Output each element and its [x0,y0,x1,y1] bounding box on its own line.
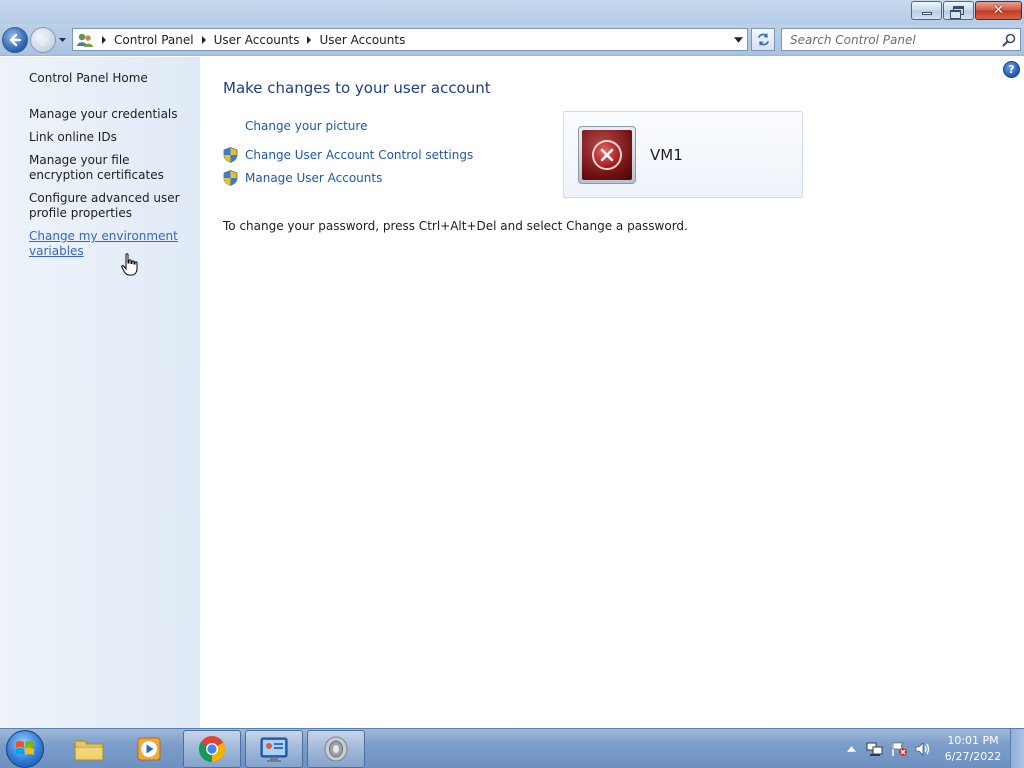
uac-settings-link[interactable]: Change User Account Control settings [245,148,473,162]
volume-tray-button[interactable] [912,741,934,757]
minimize-button[interactable] [911,1,942,20]
user-account-tile: VM1 [563,111,803,198]
breadcrumb-control-panel[interactable]: Control Panel [114,33,194,47]
taskbar-file-explorer[interactable] [60,730,118,768]
search-box[interactable] [781,28,1021,51]
folder-icon [74,740,104,761]
recent-pages-dropdown[interactable] [58,35,67,45]
address-bar[interactable]: Control Panel User Accounts User Account… [72,28,748,51]
search-icon[interactable] [1002,33,1016,47]
control-panel-icon [260,737,288,762]
advanced-profile-properties-link[interactable]: Configure advanced user profile properti… [29,191,194,221]
link-online-ids-link[interactable]: Link online IDs [29,130,194,145]
show-desktop-button[interactable] [1010,729,1024,768]
volume-icon [915,742,930,756]
taskbar-media-player[interactable] [120,730,178,768]
navigation-bar: Control Panel User Accounts User Account… [0,24,1024,56]
taskbar-chrome[interactable] [183,730,241,768]
password-instruction: To change your password, press Ctrl+Alt+… [223,219,688,233]
minimize-icon [921,12,932,15]
forward-arrow-icon [36,33,49,47]
page-title: Make changes to your user account [223,79,491,97]
back-button[interactable] [2,27,28,53]
hand-cursor-icon [121,253,138,276]
window-title-bar: ✕ [0,0,1024,24]
breadcrumb-user-accounts[interactable]: User Accounts [319,33,405,47]
action-center-tray-button[interactable] [888,741,910,757]
chevron-down-icon [733,37,743,43]
uac-shield-icon [223,170,238,186]
uac-shield-icon [223,147,238,163]
manage-credentials-link[interactable]: Manage your credentials [29,107,194,122]
refresh-button[interactable] [751,28,775,51]
help-icon[interactable]: ? [1003,61,1020,78]
close-button[interactable]: ✕ [975,1,1022,20]
show-hidden-icons-button[interactable] [840,741,862,757]
windows-logo-icon [16,741,34,755]
back-arrow-icon [9,33,22,47]
taskbar-control-panel[interactable] [245,730,303,768]
error-x-icon [592,140,622,170]
network-tray-button[interactable] [864,741,886,757]
user-avatar[interactable] [578,126,636,184]
avatar-picture [582,130,632,180]
breadcrumb-separator-icon[interactable] [201,35,207,44]
clock-time: 10:01 PM [947,734,999,747]
speaker-app-icon [324,736,348,762]
search-input[interactable] [790,32,1000,47]
media-player-icon [137,737,161,761]
breadcrumb-separator-icon[interactable] [306,35,312,44]
chevron-up-icon [846,746,856,752]
control-panel-home-link[interactable]: Control Panel Home [29,71,194,86]
user-accounts-icon [77,33,93,47]
main-content: ? Make changes to your user account Chan… [200,57,1024,728]
refresh-icon [757,32,769,47]
system-tray [840,729,936,768]
close-icon: ✕ [993,3,1004,18]
address-history-dropdown[interactable] [732,33,744,47]
clock-date: 6/27/2022 [944,750,1002,763]
network-icon [866,742,883,756]
environment-variables-link[interactable]: Change my environment variables [29,229,194,259]
change-picture-link[interactable]: Change your picture [245,119,367,133]
manage-user-accounts-link[interactable]: Manage User Accounts [245,171,382,185]
restore-button[interactable] [943,1,974,20]
start-button[interactable] [6,730,44,768]
taskbar-audio-app[interactable] [307,730,365,768]
user-name: VM1 [650,146,683,164]
caption-buttons: ✕ [911,1,1022,20]
breadcrumb-separator-icon[interactable] [101,35,107,44]
taskbar-clock[interactable]: 10:01 PM 6/27/2022 [940,733,1006,765]
action-center-icon [892,742,907,756]
forward-button[interactable] [30,27,56,53]
taskbar: 10:01 PM 6/27/2022 [0,728,1024,768]
breadcrumb-user-accounts-category[interactable]: User Accounts [214,33,300,47]
restore-icon [950,6,964,19]
left-navigation-pane: Control Panel Home Manage your credentia… [0,57,200,728]
file-encryption-certificates-link[interactable]: Manage your file encryption certificates [29,153,194,183]
chrome-icon [198,736,226,763]
